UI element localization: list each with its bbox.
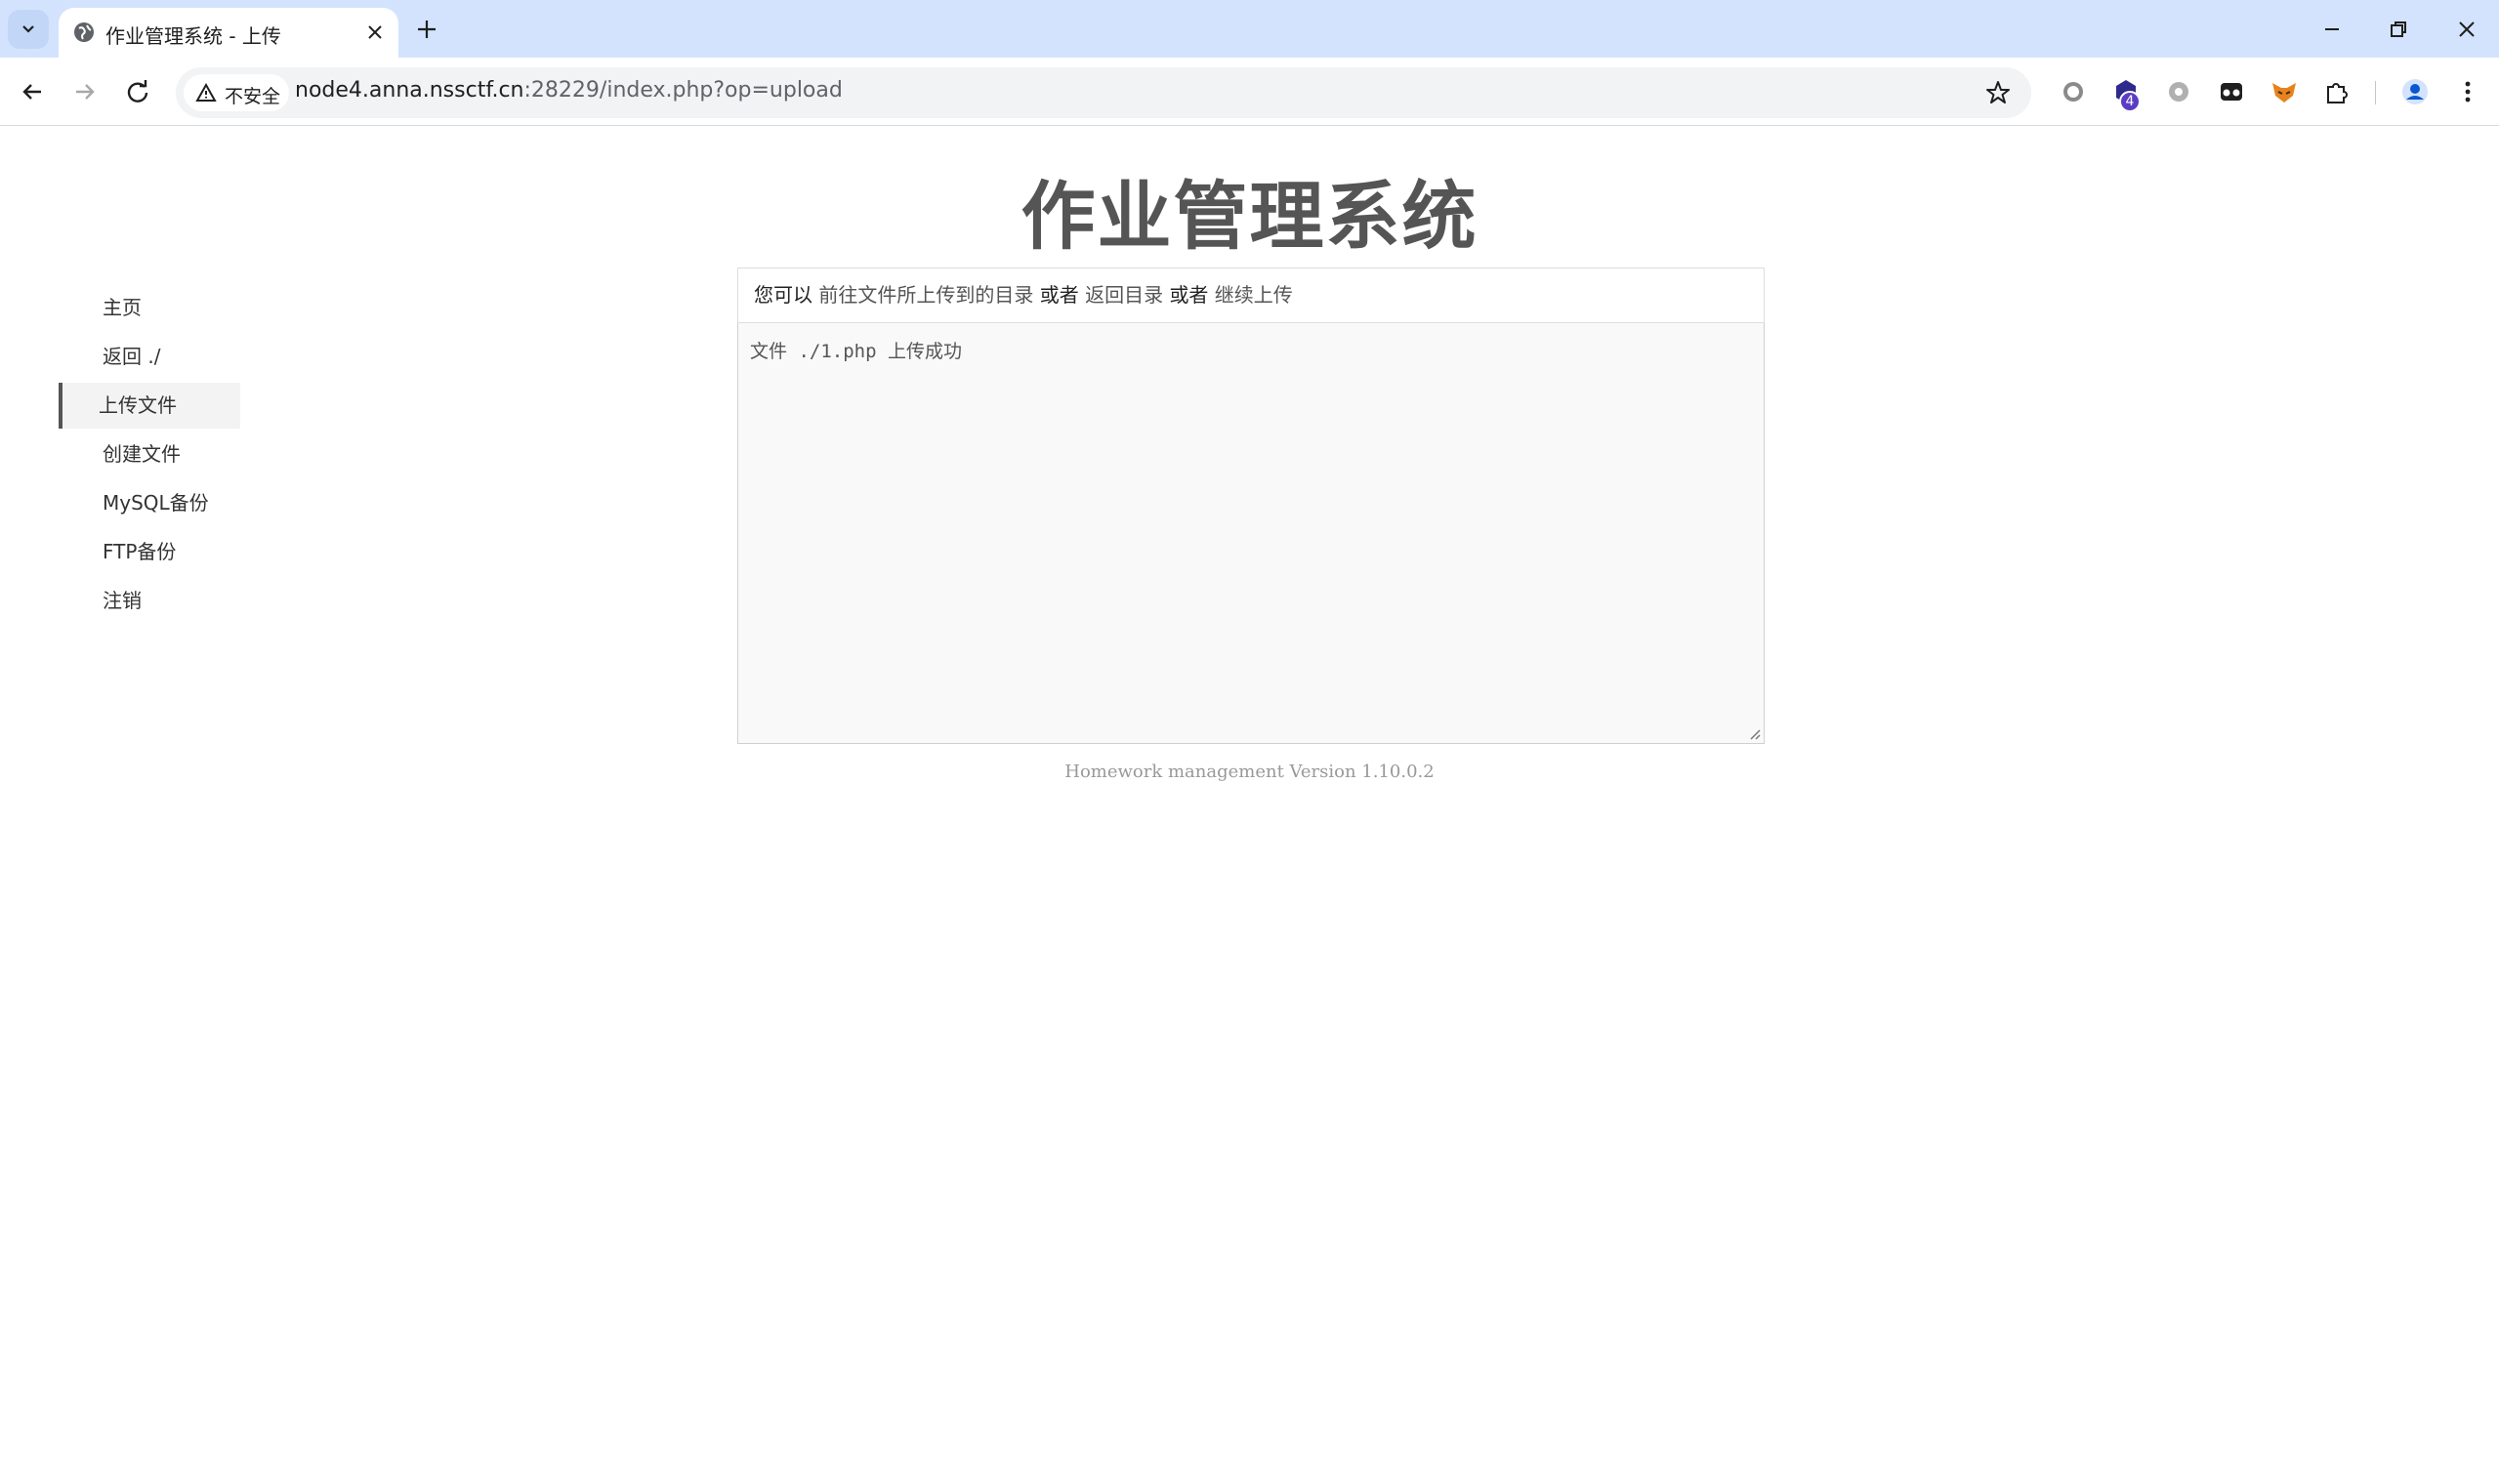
globe-icon	[74, 22, 94, 42]
back-arrow-icon[interactable]	[18, 77, 47, 106]
tab-bar: 作业管理系统 - 上传	[0, 0, 2499, 58]
result-text: 文件 ./1.php 上传成功	[750, 341, 962, 362]
settings-extension-icon[interactable]	[2164, 77, 2193, 106]
new-tab-plus-icon[interactable]	[414, 17, 439, 42]
goto-upload-dir-link[interactable]: 前往文件所上传到的目录	[818, 283, 1033, 307]
continue-upload-link[interactable]: 继续上传	[1215, 283, 1293, 307]
chevron-down-icon	[22, 25, 34, 33]
info-prefix: 您可以	[754, 283, 812, 307]
sidebar-item-mysql-backup[interactable]: MySQL备份	[59, 480, 240, 526]
sidebar-item-upload[interactable]: 上传文件	[59, 383, 240, 429]
resize-grip-icon[interactable]	[1747, 726, 1761, 740]
sidebar-item-back[interactable]: 返回 ./	[59, 334, 240, 380]
profile-avatar-icon[interactable]	[2400, 77, 2430, 106]
url-host: node4.anna.nssctf.cn	[295, 78, 524, 103]
result-textarea[interactable]: 文件 ./1.php 上传成功	[737, 323, 1765, 744]
sidebar-item-logout[interactable]: 注销	[59, 578, 240, 624]
info-or-1: 或者	[1039, 283, 1079, 307]
sidebar-item-ftp-backup[interactable]: FTP备份	[59, 529, 240, 575]
url-path: :28229/index.php?op=upload	[523, 78, 843, 103]
warning-icon	[195, 83, 217, 102]
page-title: 作业管理系统	[1020, 173, 1479, 260]
tab-title: 作业管理系统 - 上传	[105, 24, 281, 48]
sidebar-item-create-file[interactable]: 创建文件	[59, 432, 240, 477]
sidebar: 主页 返回 ./ 上传文件 创建文件 MySQL备份 FTP备份 注销	[59, 285, 240, 627]
fox-extension-icon[interactable]	[2270, 77, 2299, 106]
tab-search-button[interactable]	[8, 10, 49, 49]
sidebar-item-home[interactable]: 主页	[59, 285, 240, 331]
forward-arrow-icon[interactable]	[70, 77, 100, 106]
kebab-menu-icon[interactable]	[2453, 77, 2482, 106]
security-chip[interactable]: 不安全	[184, 74, 289, 111]
extension-badge: 4	[2119, 91, 2141, 112]
back-to-dir-link[interactable]: 返回目录	[1085, 283, 1163, 307]
close-icon[interactable]	[363, 21, 387, 44]
address-bar[interactable]: 不安全 node4.anna.nssctf.cn:28229/index.php…	[176, 67, 2031, 118]
puzzle-icon[interactable]	[2322, 77, 2352, 106]
info-bar: 您可以 前往文件所上传到的目录 或者 返回目录 或者 继续上传	[737, 268, 1765, 323]
footer-version: Homework management Version 1.10.0.2	[1064, 762, 1435, 782]
star-icon[interactable]	[1984, 79, 2012, 106]
toolbar-separator	[2375, 81, 2376, 104]
browser-toolbar: 不安全 node4.anna.nssctf.cn:28229/index.php…	[0, 58, 2499, 126]
active-tab[interactable]: 作业管理系统 - 上传	[59, 8, 398, 58]
info-or-2: 或者	[1169, 283, 1209, 307]
minimize-icon[interactable]	[2318, 16, 2346, 43]
url-text[interactable]: node4.anna.nssctf.cn:28229/index.php?op=…	[295, 78, 843, 103]
reload-icon[interactable]	[123, 77, 152, 106]
incognito-extension-icon[interactable]	[2217, 77, 2246, 106]
record-extension-icon[interactable]	[2059, 77, 2088, 106]
close-window-icon[interactable]	[2453, 16, 2480, 43]
security-label: 不安全	[225, 86, 281, 107]
restore-icon[interactable]	[2385, 16, 2412, 43]
